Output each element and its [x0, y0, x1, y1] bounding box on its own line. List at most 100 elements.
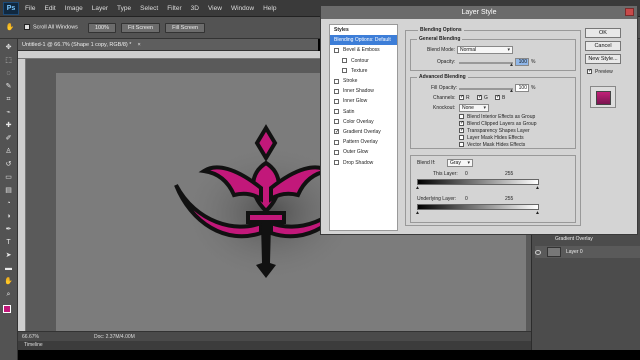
slider-handle-icon[interactable]: ▲	[535, 210, 540, 216]
zoom-100-button[interactable]: 100%	[87, 22, 117, 33]
menu-view[interactable]: View	[208, 5, 222, 12]
slider-handle-icon[interactable]: ▲	[415, 185, 420, 191]
advanced-option-checkbox[interactable]	[459, 120, 464, 126]
foreground-color-swatch[interactable]	[3, 305, 11, 313]
pen-tool-icon[interactable]: ✒	[3, 225, 15, 234]
menu-window[interactable]: Window	[231, 5, 254, 12]
style-row[interactable]: Pattern Overlay	[330, 137, 397, 147]
styles-header[interactable]: Styles	[330, 25, 397, 35]
menu-3d[interactable]: 3D	[191, 5, 199, 12]
layer-row[interactable]: Layer 0	[535, 246, 640, 258]
style-row[interactable]: Outer Glow	[330, 147, 397, 157]
menu-select[interactable]: Select	[140, 5, 158, 12]
style-row[interactable]: Texture	[330, 66, 397, 76]
scroll-all-windows-checkbox[interactable]: Scroll All Windows	[24, 24, 78, 31]
menu-file[interactable]: File	[25, 5, 35, 12]
menu-filter[interactable]: Filter	[167, 5, 181, 12]
slider-handle-icon[interactable]: ▲	[509, 88, 514, 94]
slider-handle-icon[interactable]: ▲	[535, 185, 540, 191]
style-row[interactable]: Inner Glow	[330, 96, 397, 106]
dodge-tool-icon[interactable]: ◑	[3, 212, 15, 221]
style-checkbox[interactable]	[334, 149, 339, 155]
eraser-tool-icon[interactable]: ▭	[3, 173, 15, 182]
fit-screen-button[interactable]: Fit Screen	[121, 22, 161, 33]
advanced-option-checkbox[interactable]	[459, 127, 464, 133]
crop-tool-icon[interactable]: ⌗	[3, 95, 15, 104]
channel-r-checkbox[interactable]	[459, 94, 464, 100]
preview-checkbox[interactable]	[587, 68, 592, 74]
menu-help[interactable]: Help	[263, 5, 276, 12]
style-checkbox[interactable]	[334, 98, 339, 104]
marquee-tool-icon[interactable]: ⬚	[3, 56, 15, 65]
close-icon[interactable]	[625, 8, 634, 16]
style-checkbox[interactable]	[334, 109, 339, 115]
eye-icon[interactable]	[535, 249, 541, 255]
style-checkbox[interactable]	[342, 58, 347, 64]
advanced-option-checkbox[interactable]	[459, 142, 464, 147]
style-row[interactable]: Satin	[330, 107, 397, 117]
eyedropper-tool-icon[interactable]: ⌁	[3, 108, 15, 117]
style-checkbox[interactable]	[334, 160, 339, 166]
move-tool-icon[interactable]: ✥	[3, 43, 15, 52]
menu-image[interactable]: Image	[65, 5, 83, 12]
menu-edit[interactable]: Edit	[44, 5, 55, 12]
fill-opacity-slider[interactable]	[459, 88, 513, 90]
style-checkbox[interactable]	[334, 139, 339, 145]
blend-if-select[interactable]: Gray	[447, 159, 473, 167]
zoom-level[interactable]: 66.67%	[22, 334, 39, 340]
menu-type[interactable]: Type	[117, 5, 131, 12]
history-brush-icon[interactable]: ↺	[3, 160, 15, 169]
healing-tool-icon[interactable]: ✚	[3, 121, 15, 130]
style-row[interactable]: Bevel & Emboss	[330, 45, 397, 55]
close-icon[interactable]: ×	[137, 42, 140, 48]
style-row[interactable]: Drop Shadow	[330, 157, 397, 167]
opacity-slider[interactable]	[459, 62, 513, 64]
opacity-input[interactable]: 100	[515, 58, 529, 66]
style-row[interactable]: ✓ Gradient Overlay	[330, 127, 397, 137]
path-select-tool-icon[interactable]: ➤	[3, 251, 15, 260]
style-row[interactable]: Blending Options: Default	[330, 35, 397, 46]
advanced-option-checkbox[interactable]	[459, 114, 464, 119]
timeline-tab[interactable]: Timeline	[18, 341, 531, 350]
styles-list: Styles Blending Options: Default Bevel & …	[329, 24, 398, 231]
dialog-title-bar[interactable]: Layer Style	[321, 6, 637, 19]
blend-mode-select[interactable]: Normal	[457, 46, 513, 54]
ok-button[interactable]: OK	[585, 28, 621, 38]
zoom-tool-icon[interactable]: ⌕	[3, 290, 15, 299]
quick-select-tool-icon[interactable]: ✎	[3, 82, 15, 91]
knockout-select[interactable]: None	[459, 104, 489, 112]
stamp-tool-icon[interactable]: ♙	[3, 147, 15, 156]
underlying-layer-gradient[interactable]	[417, 204, 539, 210]
style-checkbox[interactable]	[334, 119, 339, 125]
this-layer-gradient[interactable]	[417, 179, 539, 185]
opacity-label: Opacity:	[437, 59, 456, 65]
menu-layer[interactable]: Layer	[92, 5, 108, 12]
style-checkbox[interactable]	[334, 88, 339, 94]
style-row[interactable]: Stroke	[330, 76, 397, 86]
style-checkbox[interactable]	[334, 47, 339, 53]
cancel-button[interactable]: Cancel	[585, 41, 621, 51]
advanced-option-checkbox[interactable]	[459, 135, 464, 140]
fill-screen-button[interactable]: Fill Screen	[165, 22, 206, 33]
slider-handle-icon[interactable]: ▲	[509, 62, 514, 68]
shape-tool-icon[interactable]: ▬	[3, 264, 15, 273]
slider-handle-icon[interactable]: ▲	[415, 210, 420, 216]
type-tool-icon[interactable]: T	[3, 238, 15, 247]
style-checkbox[interactable]	[334, 78, 339, 84]
style-row[interactable]: Contour	[330, 56, 397, 66]
channel-b-checkbox[interactable]	[495, 94, 500, 100]
hand-tool-icon[interactable]: ✋	[3, 277, 15, 286]
fill-opacity-input[interactable]: 100	[515, 84, 529, 92]
new-style-button[interactable]: New Style...	[585, 54, 621, 64]
style-checkbox[interactable]	[342, 68, 347, 74]
brush-tool-icon[interactable]: ✐	[3, 134, 15, 143]
document-tab[interactable]: Untitled-1 @ 66.7% (Shape 1 copy, RGB/8)…	[18, 39, 318, 51]
blur-tool-icon[interactable]: ◔	[3, 199, 15, 208]
gradient-tool-icon[interactable]: ▤	[3, 186, 15, 195]
style-row-label: Drop Shadow	[343, 159, 374, 166]
lasso-tool-icon[interactable]: ◌	[3, 69, 15, 78]
style-row[interactable]: Color Overlay	[330, 117, 397, 127]
style-row[interactable]: Inner Shadow	[330, 86, 397, 96]
channel-g-checkbox[interactable]	[477, 94, 482, 100]
style-checkbox[interactable]: ✓	[334, 129, 339, 135]
